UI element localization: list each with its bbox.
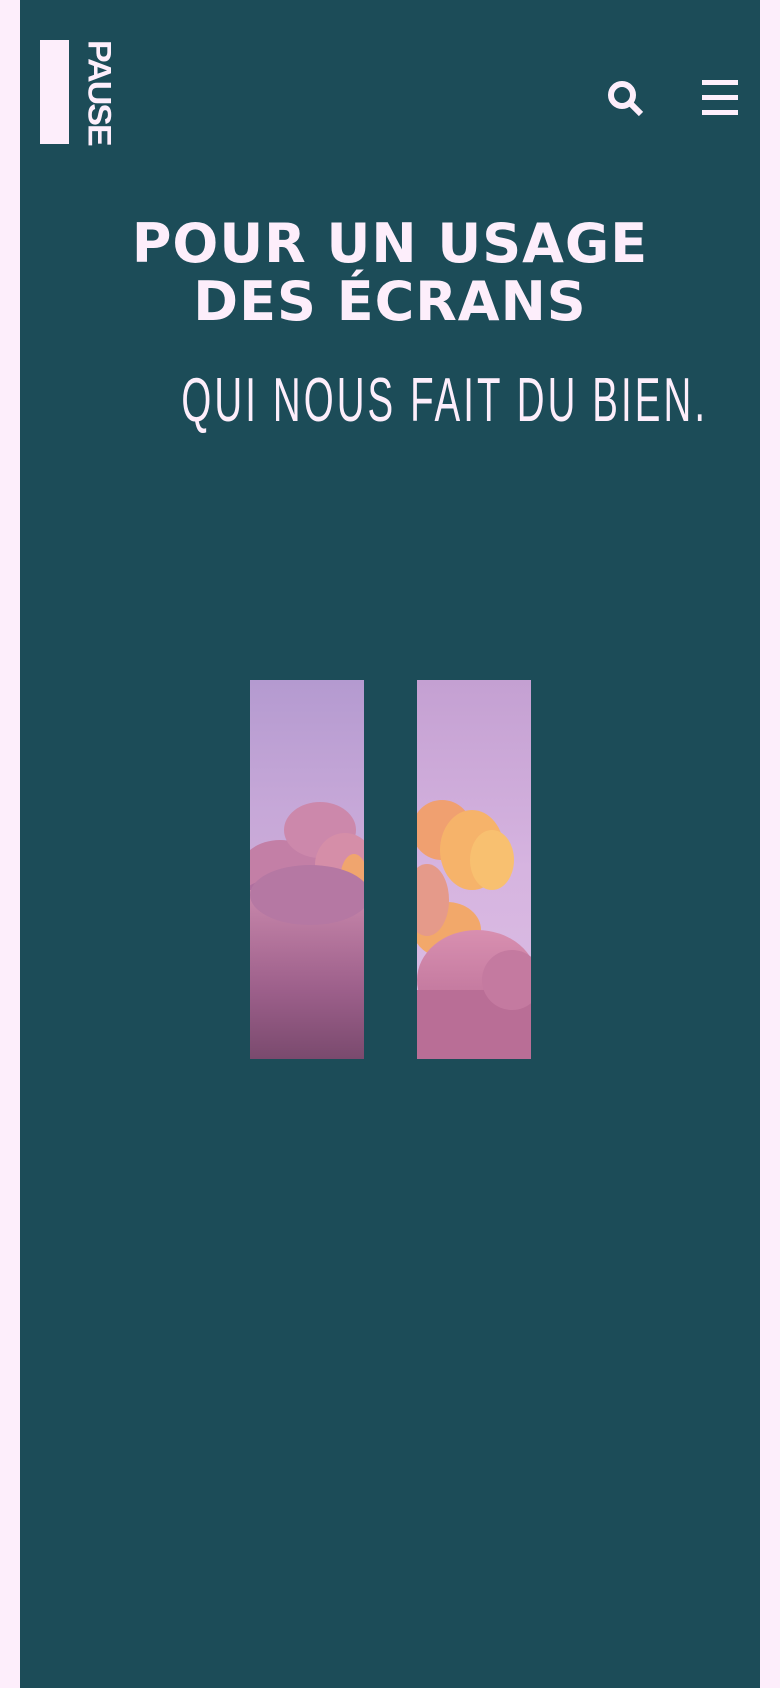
hero-subtitle: QUI NOUS FAIT DU BIEN. xyxy=(20,366,760,436)
pause-bar-right-sky-image xyxy=(417,680,531,1059)
search-button[interactable] xyxy=(605,78,649,122)
hamburger-menu-icon-line-1 xyxy=(702,80,738,85)
hamburger-menu-icon-line-3 xyxy=(702,110,738,115)
hero-title-line-1: POUR UN USAGE xyxy=(131,212,649,275)
hamburger-menu-icon-line-2 xyxy=(702,95,738,100)
pause-bar-left-sky-image xyxy=(250,680,364,1059)
search-icon xyxy=(608,81,644,117)
logo-text: PAUSE xyxy=(80,40,118,145)
hero-subtitle-text: QUI NOUS FAIT DU BIEN. xyxy=(181,366,709,435)
hero-title-line-2: DES ÉCRANS xyxy=(193,270,587,333)
pause-logo[interactable]: PAUSE xyxy=(40,40,120,145)
main-panel: PAUSE POUR UN USAGE DES ÉCRANS QUI NOUS … xyxy=(20,0,760,1688)
logo-bar xyxy=(40,40,69,144)
menu-button[interactable] xyxy=(700,78,740,118)
